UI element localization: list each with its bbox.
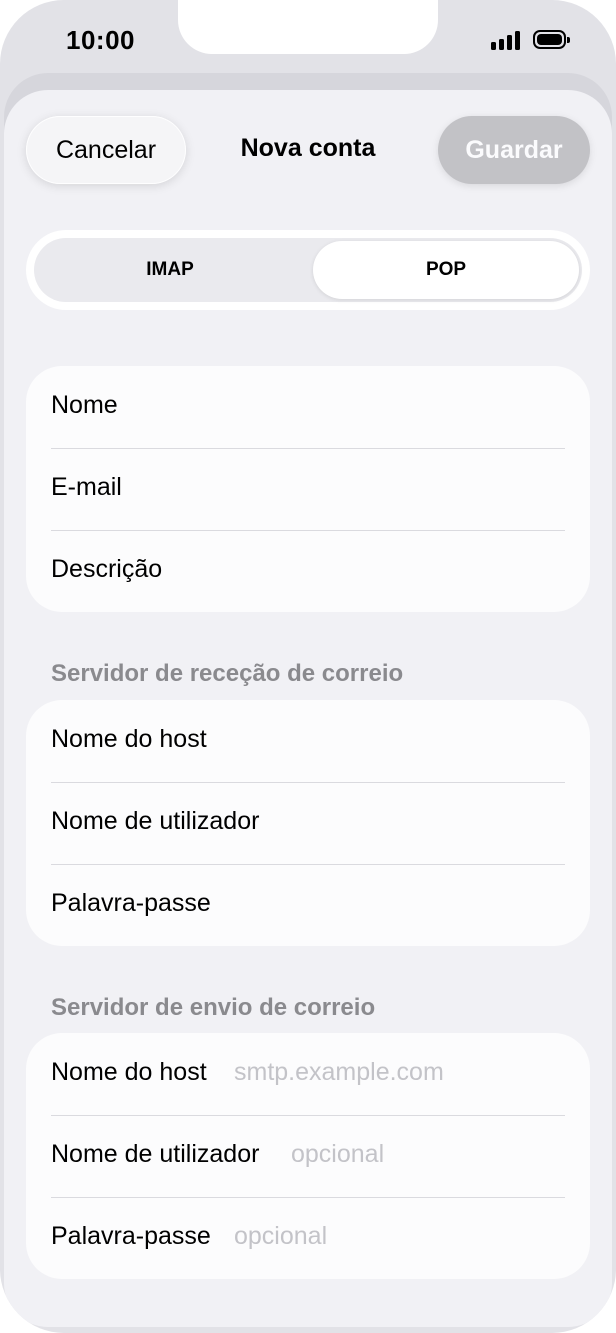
save-button[interactable]: Guardar (438, 116, 590, 184)
field-label: Descrição (51, 555, 163, 583)
field-label: Nome do host (51, 1058, 207, 1086)
password-input-placeholder[interactable]: opcional (234, 1222, 327, 1251)
incoming-server-group: Nome do host Nome de utilizador Palavra-… (26, 700, 590, 946)
cellular-signal-icon (491, 30, 523, 50)
outgoing-username-field[interactable]: Nome de utilizador opcional (26, 1115, 590, 1197)
battery-icon (533, 30, 570, 49)
incoming-password-field[interactable]: Palavra-passe (26, 864, 590, 946)
field-label: Palavra-passe (51, 1222, 211, 1250)
cancel-button[interactable]: Cancelar (26, 116, 186, 184)
segment-imap[interactable]: IMAP (37, 241, 303, 299)
field-label: Palavra-passe (51, 889, 211, 917)
incoming-username-field[interactable]: Nome de utilizador (26, 782, 590, 864)
account-type-segmented-control: IMAP POP (26, 230, 590, 310)
segment-pop[interactable]: POP (313, 241, 579, 299)
outgoing-password-field[interactable]: Palavra-passe opcional (26, 1197, 590, 1279)
name-field[interactable]: Nome (26, 366, 590, 448)
host-input-placeholder[interactable]: smtp.example.com (234, 1058, 444, 1087)
status-time: 10:00 (66, 25, 135, 55)
field-label: Nome do host (51, 725, 207, 753)
field-label: Nome de utilizador (51, 1140, 260, 1168)
email-field[interactable]: E-mail (26, 448, 590, 530)
username-input-placeholder[interactable]: opcional (291, 1140, 384, 1169)
device-screen: 10:00 Cancelar Nova conta Guardar IMAP P… (0, 0, 616, 1333)
outgoing-host-field[interactable]: Nome do host smtp.example.com (26, 1033, 590, 1115)
field-label: E-mail (51, 473, 122, 501)
incoming-server-header: Servidor de receção de correio (51, 660, 404, 687)
outgoing-server-group: Nome do host smtp.example.com Nome de ut… (26, 1033, 590, 1279)
account-info-group: Nome E-mail Descrição (26, 366, 590, 612)
outgoing-server-header: Servidor de envio de correio (51, 994, 376, 1021)
description-field[interactable]: Descrição (26, 530, 590, 612)
field-label: Nome (51, 391, 118, 419)
page-title: Nova conta (240, 134, 376, 162)
segmented-track: IMAP POP (34, 238, 582, 302)
field-label: Nome de utilizador (51, 807, 260, 835)
incoming-host-field[interactable]: Nome do host (26, 700, 590, 782)
notch (178, 0, 438, 54)
